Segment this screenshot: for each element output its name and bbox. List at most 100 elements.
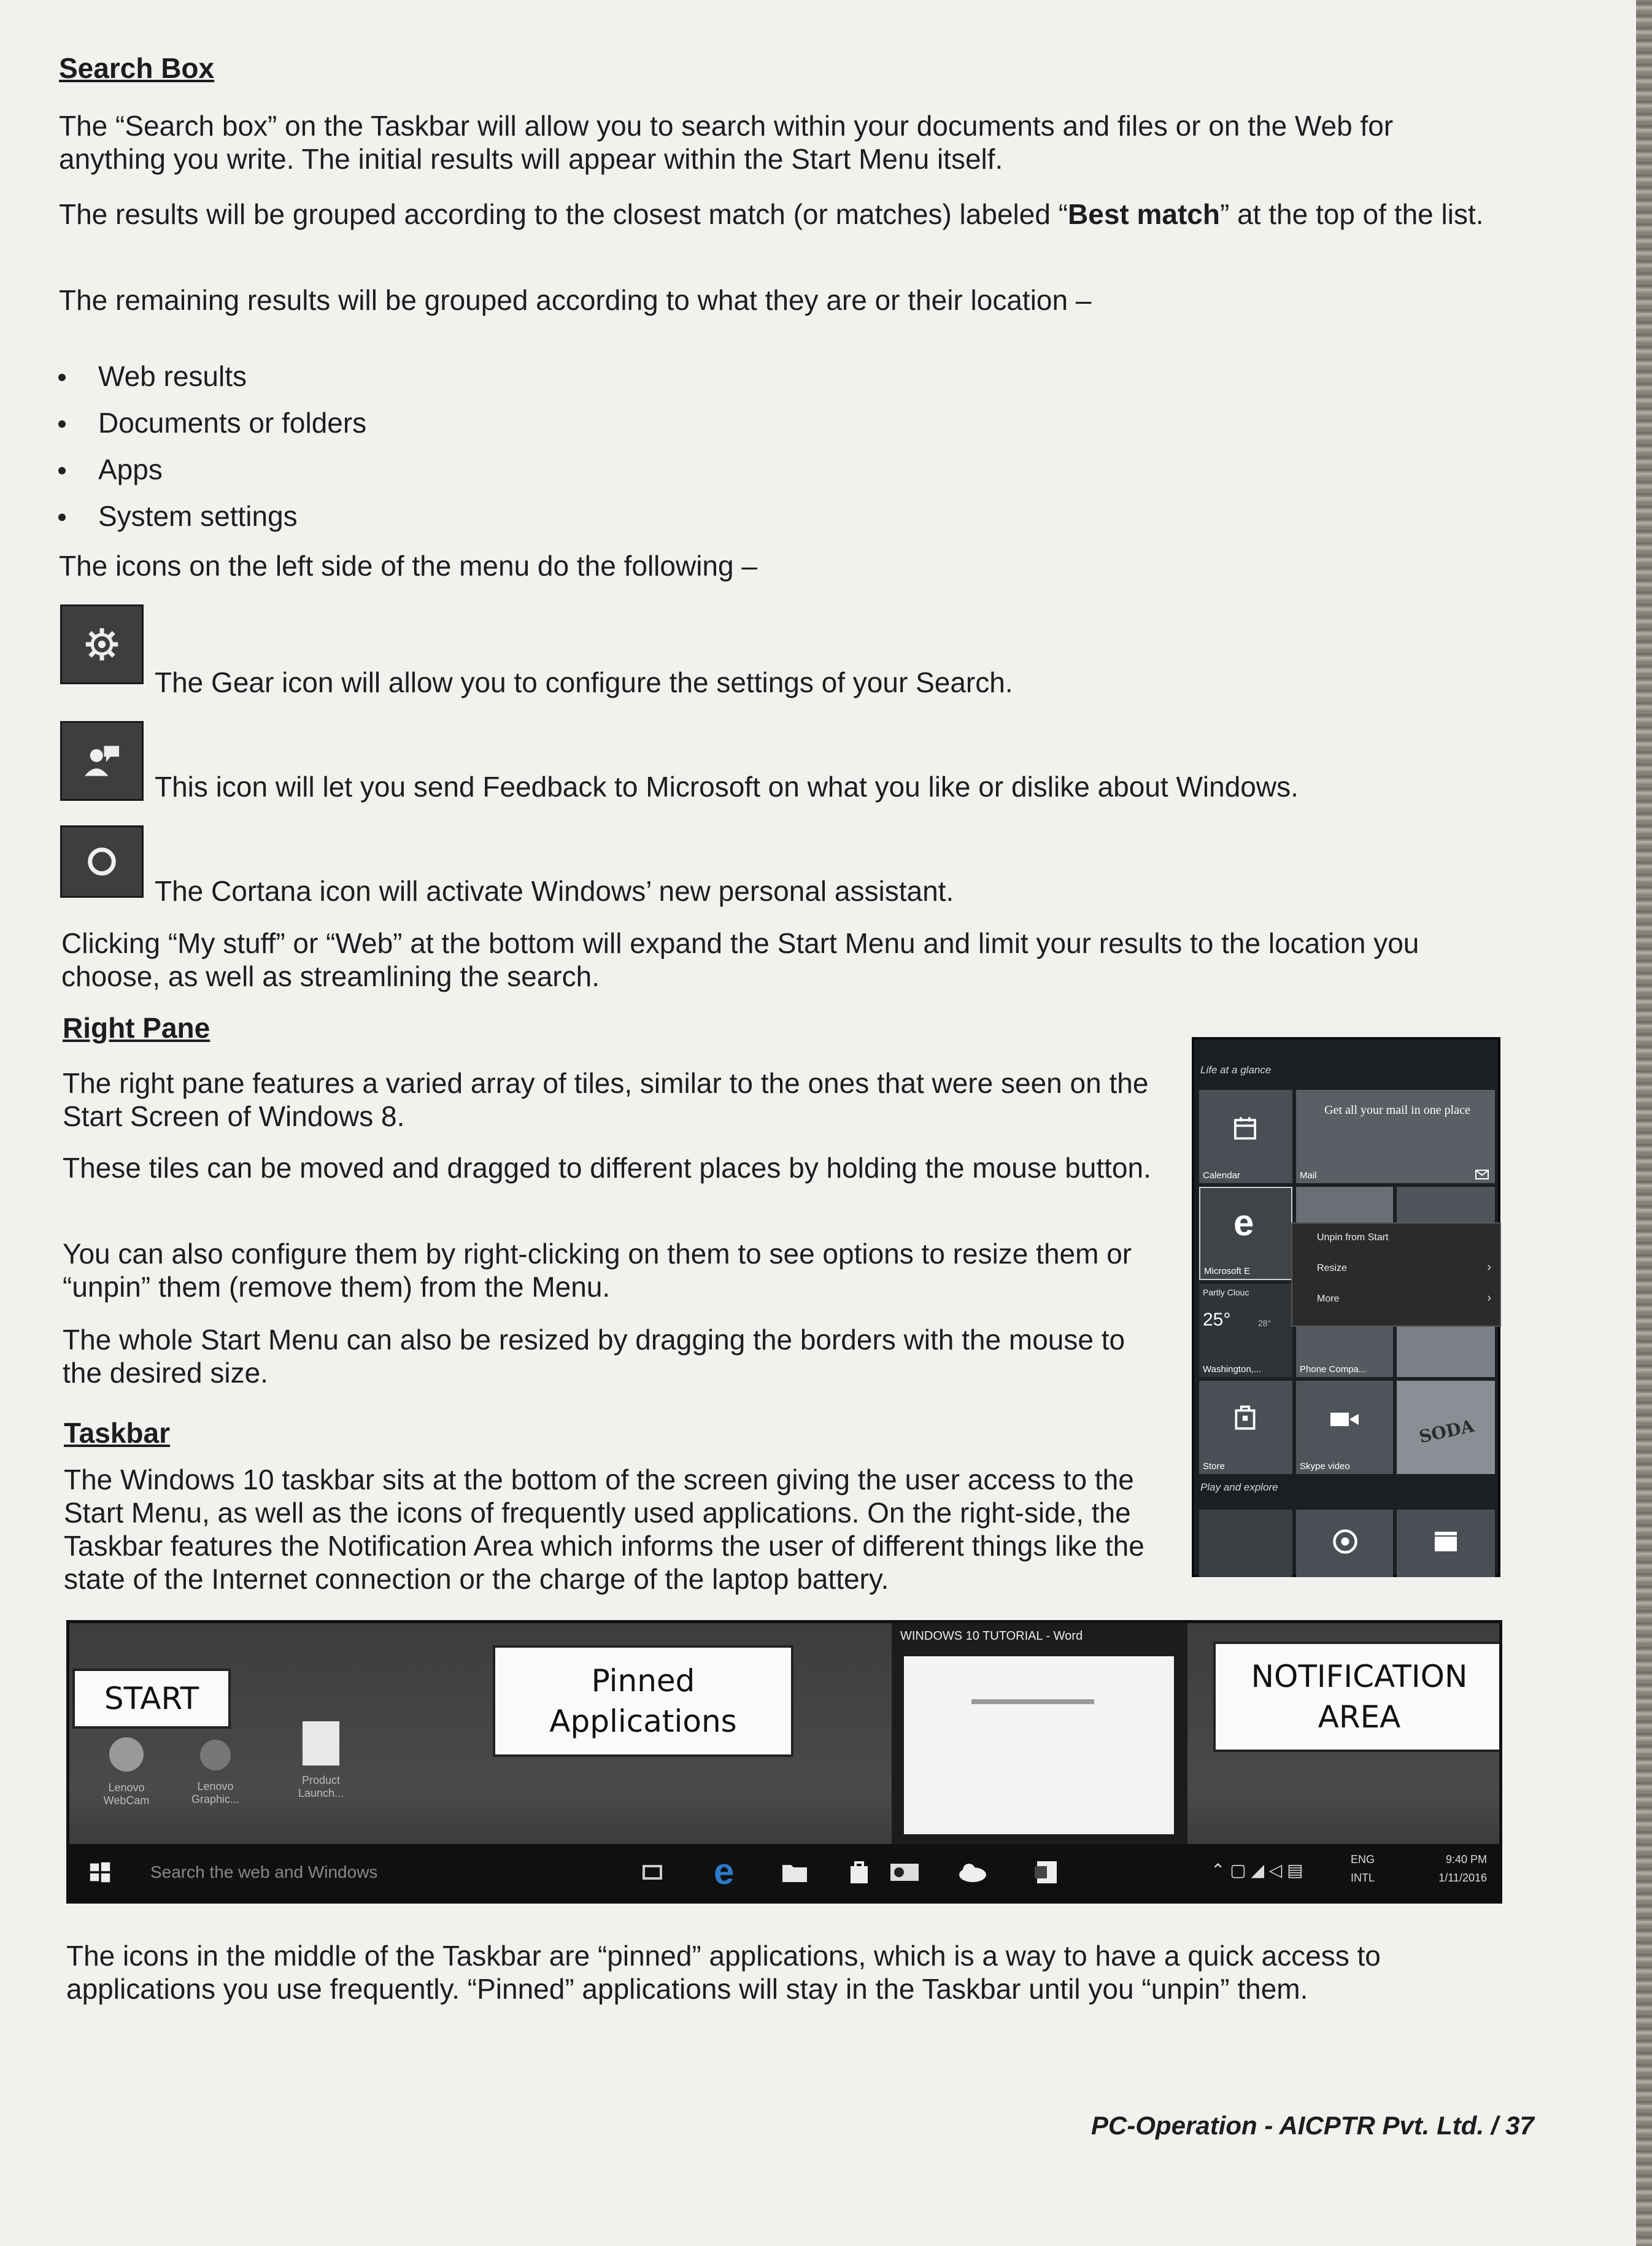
- search-box-para3: The remaining results will be grouped ac…: [59, 284, 1092, 316]
- right-pane-para3: You can also configure them by right-cli…: [63, 1238, 1132, 1303]
- lang-primary: ENG: [1351, 1853, 1375, 1866]
- edge-tile[interactable]: e Microsoft E: [1199, 1187, 1292, 1280]
- clock-time: 9:40 PM: [1445, 1853, 1487, 1866]
- store-tile-label: Store: [1203, 1461, 1225, 1472]
- callout-line: NOTIFICATION: [1251, 1659, 1468, 1694]
- callout-line: Pinned: [591, 1663, 695, 1699]
- clapperboard-icon: [1435, 1532, 1457, 1551]
- thumbnail-line: [971, 1699, 1094, 1704]
- start-callout: START: [72, 1669, 231, 1729]
- callout-line: AREA: [1318, 1699, 1401, 1735]
- store-pinned-icon[interactable]: [846, 1859, 872, 1886]
- start-menu-screenshot: Life at a glance Calendar Get all your m…: [1192, 1037, 1501, 1577]
- taskbar-para1: The Windows 10 taskbar sits at the botto…: [64, 1464, 1144, 1595]
- clock-date: 1/11/2016: [1438, 1872, 1487, 1884]
- calendar-tile-label: Calendar: [1203, 1170, 1240, 1181]
- pinned-apps-callout: Pinned Applications: [493, 1645, 793, 1757]
- list-item: Documents or folders: [55, 399, 366, 446]
- document-icon: [303, 1721, 339, 1766]
- mail-icon: [1475, 1170, 1489, 1179]
- right-pane-para4: The whole Start Menu can also be resized…: [63, 1324, 1125, 1389]
- more-menu-item[interactable]: More: [1317, 1294, 1339, 1305]
- soda-logo-text: SODA: [1417, 1415, 1476, 1448]
- word-pinned-icon[interactable]: [1033, 1859, 1061, 1886]
- weather-tile[interactable]: Partly Clouc 25° 28° Washington,...: [1199, 1284, 1292, 1377]
- result-groups-list: Web results Documents or folders Apps Sy…: [55, 353, 366, 539]
- candy-crush-soda-tile[interactable]: SODA: [1397, 1381, 1495, 1474]
- weather-condition: Partly Clouc: [1203, 1287, 1249, 1297]
- webcam-icon: [109, 1737, 144, 1772]
- submenu-arrow-icon: ›: [1487, 1291, 1491, 1305]
- file-explorer-icon[interactable]: [781, 1860, 808, 1885]
- gear-icon-description: The Gear icon will allow you to configur…: [155, 666, 1013, 698]
- best-match-bold: Best match: [1068, 198, 1220, 230]
- calendar-tile[interactable]: Calendar: [1199, 1090, 1292, 1183]
- desktop-icon-graphics[interactable]: Lenovo Graphic...: [179, 1734, 252, 1826]
- callout-line: Applications: [549, 1704, 737, 1739]
- music-disc-icon: [1333, 1529, 1357, 1554]
- icons-intro: The icons on the left side of the menu d…: [59, 550, 757, 582]
- feedback-icon-description: This icon will let you send Feedback to …: [155, 771, 1299, 803]
- taskbar-screenshot: Lenovo WebCam Lenovo Graphic... Product …: [66, 1620, 1502, 1904]
- group-label-play: Play and explore: [1200, 1481, 1278, 1493]
- word-window-preview[interactable]: WINDOWS 10 TUTORIAL - Word: [892, 1623, 1187, 1855]
- word-document-thumbnail: [904, 1656, 1174, 1834]
- outlook-pinned-icon[interactable]: [889, 1862, 920, 1882]
- desktop-icon-webcam[interactable]: Lenovo WebCam: [93, 1734, 160, 1826]
- edge-pinned-icon[interactable]: e: [714, 1850, 734, 1893]
- right-pane-para2: These tiles can be moved and dragged to …: [63, 1152, 1151, 1184]
- cortana-icon-description: The Cortana icon will activate Windows’ …: [155, 875, 954, 907]
- windows-taskbar: Search the web and Windows e ⌃ ▢ ◢ ◁ ▤ E…: [69, 1844, 1499, 1901]
- list-item: Web results: [55, 353, 366, 399]
- mail-tile-label: Mail: [1300, 1170, 1317, 1181]
- desktop-icon-product[interactable]: Product Launch...: [284, 1721, 358, 1826]
- resize-menu-item[interactable]: Resize: [1317, 1263, 1347, 1274]
- mail-promo-text: Get all your mail in one place: [1324, 1103, 1470, 1117]
- system-tray-icons[interactable]: ⌃ ▢ ◢ ◁ ▤: [1211, 1860, 1303, 1880]
- list-item: System settings: [55, 493, 366, 539]
- desktop-icon-label: Lenovo WebCam: [103, 1781, 150, 1807]
- taskbar-clock[interactable]: 9:40 PM 1/11/2016: [1407, 1850, 1487, 1887]
- unpin-menu-item[interactable]: Unpin from Start: [1317, 1232, 1388, 1243]
- search-box-para2: The results will be grouped according to…: [59, 198, 1501, 231]
- weather-city: Washington,...: [1203, 1364, 1262, 1375]
- desktop-icon-label: Lenovo Graphic...: [191, 1780, 240, 1805]
- video-camera-icon: [1330, 1413, 1359, 1426]
- word-window-title: WINDOWS 10 TUTORIAL - Word: [900, 1629, 1083, 1643]
- taskbar-heading: Taskbar: [64, 1417, 171, 1449]
- para2-text-end: ” at the top of the list.: [1219, 198, 1484, 230]
- right-pane-para1: The right pane features a varied array o…: [63, 1067, 1149, 1132]
- right-pane-heading: Right Pane: [63, 1012, 210, 1044]
- onedrive-pinned-icon[interactable]: [957, 1861, 987, 1883]
- weather-temp-low: 28°: [1258, 1318, 1272, 1328]
- search-box-para1: The “Search box” on the Taskbar will all…: [59, 110, 1394, 175]
- tile-context-menu: Unpin from Start Resize › More ›: [1291, 1222, 1501, 1327]
- taskbar-search-box[interactable]: Search the web and Windows: [150, 1862, 377, 1882]
- notification-area-callout: NOTIFICATION AREA: [1213, 1642, 1499, 1752]
- skype-tile-label: Skype video: [1300, 1461, 1350, 1472]
- groove-tile[interactable]: [1296, 1510, 1393, 1577]
- lang-secondary: INTL: [1351, 1872, 1375, 1884]
- para2-text-start: The results will be grouped according to…: [59, 198, 1068, 230]
- graphics-icon: [200, 1740, 231, 1770]
- game-tile[interactable]: [1199, 1510, 1292, 1577]
- weather-temp: 25°: [1203, 1310, 1231, 1330]
- windows-start-icon[interactable]: [89, 1861, 111, 1883]
- input-language[interactable]: ENG INTL: [1351, 1850, 1375, 1887]
- feedback-icon: [60, 721, 144, 801]
- store-tile[interactable]: Store: [1199, 1381, 1292, 1474]
- task-view-icon[interactable]: [640, 1860, 665, 1885]
- list-item: Apps: [55, 446, 366, 493]
- group-label-life: Life at a glance: [1200, 1064, 1272, 1076]
- taskbar-para2: The icons in the middle of the Taskbar a…: [66, 1940, 1381, 2005]
- phone-tile-label: Phone Compa...: [1300, 1364, 1367, 1375]
- desktop-icon-label: Product Launch...: [298, 1774, 344, 1799]
- page-footer: PC-Operation - AICPTR Pvt. Ltd. / 37: [1091, 2111, 1534, 2140]
- edge-tile-label: Microsoft E: [1204, 1266, 1251, 1276]
- search-box-heading: Search Box: [59, 52, 215, 84]
- skype-video-tile[interactable]: Skype video: [1296, 1381, 1393, 1474]
- movies-tile[interactable]: [1397, 1510, 1495, 1577]
- calendar-icon: [1234, 1117, 1256, 1140]
- mail-tile[interactable]: Get all your mail in one place Mail: [1296, 1090, 1495, 1183]
- submenu-arrow-icon: ›: [1487, 1260, 1491, 1274]
